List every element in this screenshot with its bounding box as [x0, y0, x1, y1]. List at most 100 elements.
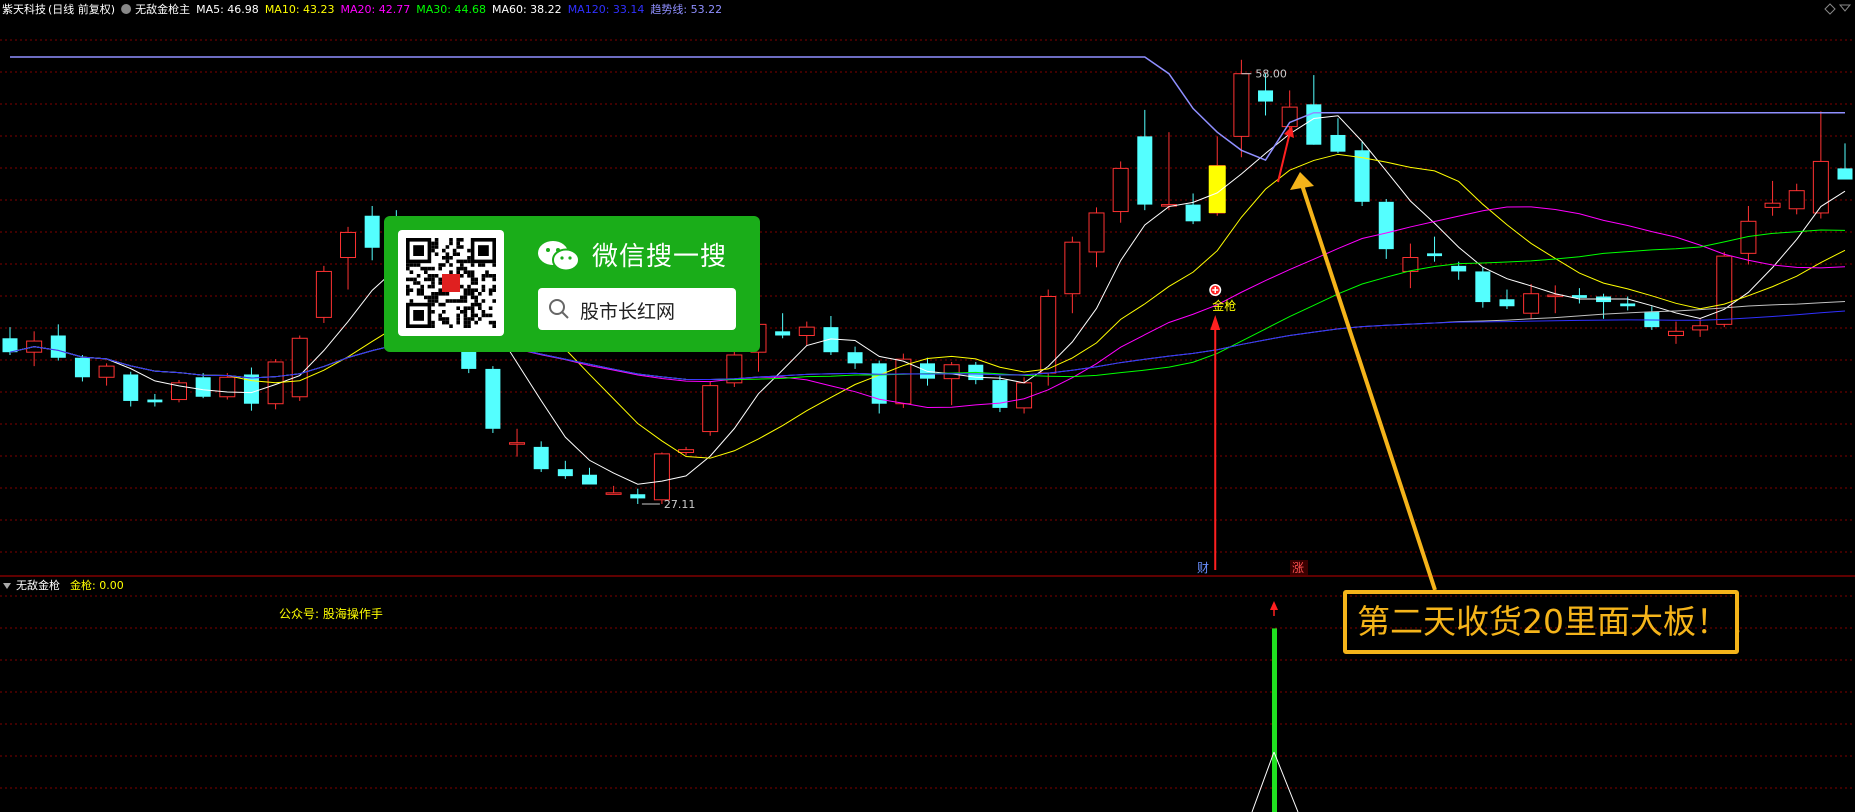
- qr-module: [467, 292, 471, 296]
- qr-module: [470, 295, 475, 300]
- qr-module: [406, 284, 410, 289]
- qr-module: [416, 281, 421, 285]
- public-account-label: 公众号: 股海操作手: [279, 606, 383, 621]
- qr-module: [445, 259, 450, 264]
- qr-module: [463, 313, 468, 318]
- qr-module: [413, 263, 417, 267]
- qr-pattern: [406, 238, 496, 328]
- qr-module: [474, 302, 478, 307]
- qr-module: [438, 281, 442, 285]
- qr-module: [481, 299, 486, 303]
- qr-module: [481, 284, 486, 289]
- qr-module: [470, 288, 475, 292]
- qr-module: [434, 252, 439, 256]
- qr-module: [409, 270, 414, 274]
- qr-module: [413, 277, 417, 282]
- signal-up-arrow: [1270, 601, 1278, 610]
- qr-module: [431, 281, 435, 285]
- search-icon: [549, 299, 569, 319]
- candle-body: [147, 399, 163, 403]
- qr-module: [481, 277, 486, 282]
- qr-module: [467, 288, 471, 292]
- qr-module: [456, 320, 460, 325]
- qr-module: [445, 299, 450, 303]
- candle-body: [1330, 134, 1346, 152]
- qr-module: [431, 277, 435, 282]
- qr-module: [427, 277, 432, 282]
- qr-module: [492, 324, 496, 328]
- candle-body: [605, 492, 622, 495]
- menu-down-icon: [1838, 4, 1852, 12]
- qr-module: [474, 299, 478, 303]
- qr-module: [431, 299, 435, 303]
- candle-body: [340, 231, 357, 259]
- candle-body: [219, 376, 236, 398]
- qr-module: [438, 263, 442, 267]
- ma-label-2: MA10: 43.23: [265, 3, 335, 16]
- qr-module: [431, 241, 435, 246]
- qr-module: [460, 284, 464, 289]
- candle-body: [943, 364, 960, 380]
- qr-module: [456, 241, 460, 246]
- qr-module: [438, 302, 442, 307]
- qr-module: [406, 277, 410, 282]
- candle-body: [1812, 160, 1829, 214]
- stock-name: 紫天科技: [2, 2, 46, 16]
- qr-module: [449, 263, 453, 267]
- qr-module: [420, 292, 424, 296]
- qr-module: [460, 259, 464, 264]
- wechat-search-ad[interactable]: 微信搜一搜 股市长红网: [384, 216, 760, 352]
- qr-module: [481, 310, 486, 314]
- qr-module: [478, 306, 482, 310]
- qr-module: [492, 320, 496, 325]
- kline-chart[interactable]: 58.00 27.11 金枪财 涨 无敌金枪 金枪: 0.00 公众号: 股海操作手 紫天…: [0, 0, 1855, 812]
- candle-body: [364, 215, 380, 248]
- qr-module: [442, 310, 446, 314]
- sub-indicator-panel: 无敌金枪 金枪: 0.00 公众号: 股海操作手: [3, 578, 1299, 812]
- candle-body: [1667, 330, 1684, 336]
- qr-module: [409, 277, 414, 282]
- qr-module: [442, 256, 446, 260]
- qr-module: [434, 292, 439, 296]
- qr-module: [445, 292, 450, 296]
- candle-body: [315, 270, 332, 318]
- qr-module: [470, 306, 475, 310]
- qr-module: [420, 266, 424, 271]
- qr-module: [416, 274, 421, 278]
- moving-average-lines: [9, 56, 1846, 485]
- qr-module: [478, 263, 482, 267]
- qr-module: [492, 284, 496, 289]
- wechat-search-title: 微信搜一搜: [592, 242, 728, 272]
- qr-module: [467, 306, 471, 310]
- candle-body: [533, 446, 549, 470]
- qr-module: [470, 302, 475, 307]
- qr-module: [452, 299, 457, 303]
- candle-body: [1764, 202, 1781, 208]
- sub-panel-title: 无敌金枪: [16, 578, 60, 592]
- qr-module: [431, 295, 435, 300]
- wechat-search-input[interactable]: 股市长红网: [538, 288, 736, 330]
- qr-module: [463, 324, 468, 328]
- jinqiang-label: 金枪: [1212, 298, 1236, 313]
- candlestick-series: [2, 59, 1853, 504]
- qr-module: [492, 277, 496, 282]
- qr-module: [431, 320, 435, 325]
- qr-module: [431, 324, 435, 328]
- candle-body: [1644, 311, 1660, 328]
- qr-module: [456, 306, 460, 310]
- qr-module: [409, 288, 414, 292]
- qr-module: [467, 259, 471, 264]
- qr-module: [463, 292, 468, 296]
- qr-module: [409, 263, 414, 267]
- qr-module: [416, 288, 421, 292]
- candle-body: [798, 326, 815, 336]
- qr-module: [445, 320, 450, 325]
- qr-module: [467, 270, 471, 274]
- qr-module: [427, 295, 432, 300]
- qr-module: [452, 252, 457, 256]
- qr-module: [460, 238, 464, 242]
- cai-marker: 财: [1197, 561, 1209, 575]
- qr-module: [449, 256, 453, 260]
- qr-module: [467, 284, 471, 289]
- qr-module: [460, 266, 464, 271]
